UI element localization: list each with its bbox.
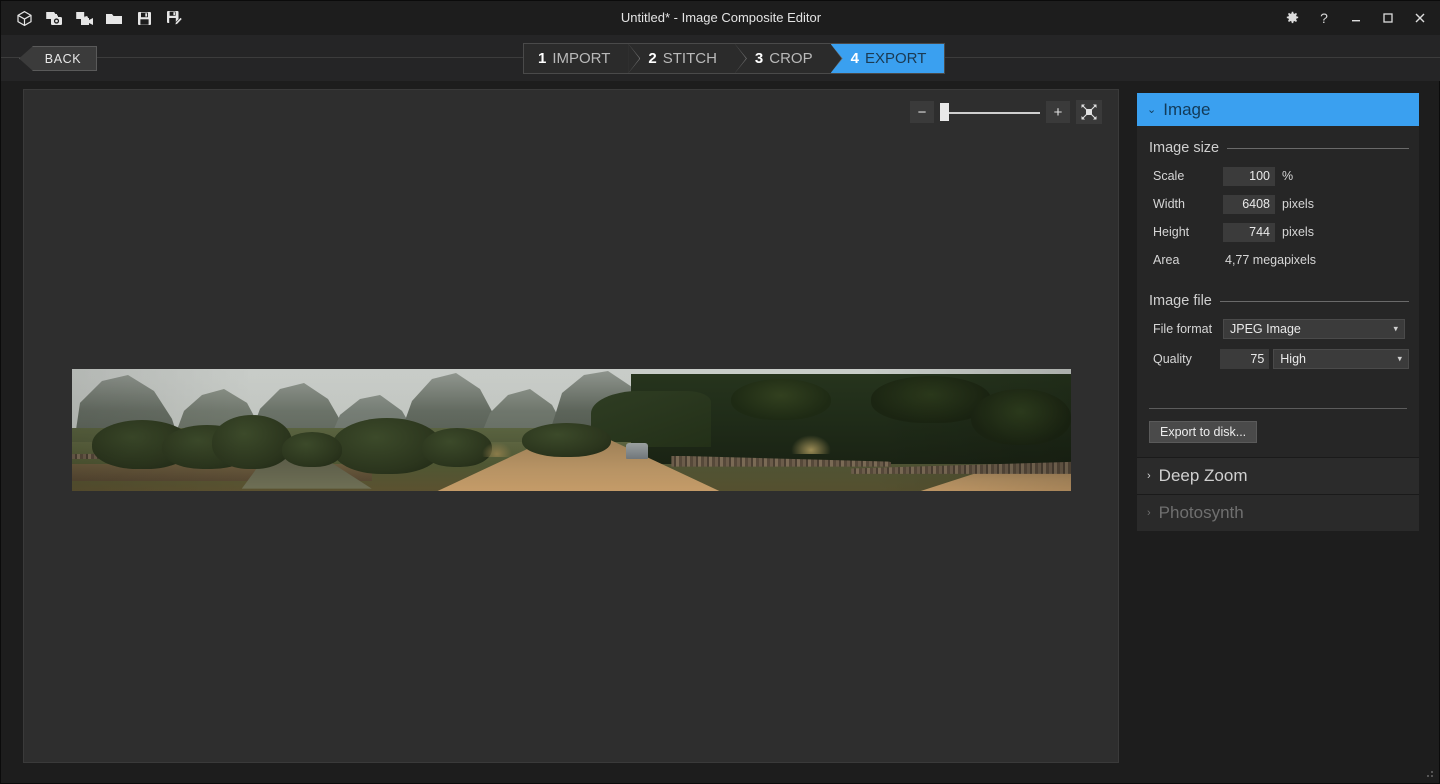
step-import[interactable]: 1 IMPORT — [524, 44, 629, 73]
maximize-button[interactable] — [1373, 5, 1403, 31]
zoom-out-button[interactable]: − — [910, 101, 934, 123]
image-section-title: Image — [1163, 99, 1211, 119]
width-unit: pixels — [1282, 197, 1314, 211]
quality-preset-value: High — [1280, 352, 1306, 366]
quality-preset-select[interactable]: High ▾ — [1273, 349, 1410, 369]
height-label: Height — [1153, 225, 1190, 239]
quality-input[interactable]: 75 — [1219, 349, 1270, 369]
group-rule — [1219, 300, 1409, 302]
quality-label: Quality — [1153, 352, 1192, 366]
height-unit: pixels — [1282, 225, 1314, 239]
scale-unit: % — [1282, 169, 1294, 183]
scale-label: Scale — [1153, 169, 1185, 183]
image-size-label: Image size — [1149, 140, 1220, 156]
resize-grip[interactable] — [1421, 765, 1433, 777]
save-as-icon[interactable] — [161, 5, 187, 31]
minimize-button[interactable] — [1341, 5, 1371, 31]
properties-panel: ⌄ Image Image size Scale 100 % Width 640… — [1137, 93, 1419, 753]
step-import-label: IMPORT — [552, 50, 611, 67]
photosynth-section: › Photosynth — [1137, 494, 1419, 531]
zoom-slider-track — [948, 112, 1040, 114]
file-format-select[interactable]: JPEG Image ▾ — [1223, 319, 1405, 339]
step-stitch[interactable]: 2 STITCH — [628, 44, 735, 73]
help-icon[interactable]: ? — [1309, 5, 1339, 31]
area-value: 4,77 megapixels — [1225, 253, 1317, 267]
new-panorama-icon[interactable] — [11, 5, 37, 31]
height-row: Height 744 pixels — [1147, 221, 1409, 243]
window-title: Untitled* - Image Composite Editor — [620, 10, 822, 25]
zoom-controls: − + — [910, 100, 1102, 124]
scale-input[interactable]: 100 — [1223, 166, 1275, 186]
image-section-header[interactable]: ⌄ Image — [1137, 93, 1419, 126]
image-section-body: Image size Scale 100 % Width 6408 pixels… — [1137, 126, 1419, 457]
add-images-icon[interactable] — [41, 5, 67, 31]
height-input[interactable]: 744 — [1223, 222, 1275, 242]
zoom-slider[interactable] — [940, 101, 1040, 123]
chevron-right-icon: › — [1147, 470, 1151, 482]
step-crop-number: 3 — [754, 50, 764, 67]
add-video-icon[interactable] — [71, 5, 97, 31]
area-row: Area 4,77 megapixels — [1147, 249, 1409, 271]
step-import-number: 1 — [538, 50, 547, 67]
step-stitch-label: STITCH — [662, 50, 717, 67]
save-icon[interactable] — [131, 5, 157, 31]
step-stitch-number: 2 — [648, 50, 657, 67]
chevron-down-icon: ▾ — [1397, 353, 1403, 364]
toolbar — [1, 5, 187, 31]
panorama-content — [72, 369, 1071, 491]
image-file-label: Image file — [1149, 293, 1212, 309]
step-export[interactable]: 4 EXPORT — [830, 44, 945, 73]
title-bar: Untitled* - Image Composite Editor ? — [1, 1, 1440, 35]
preview-canvas[interactable]: − + — [23, 89, 1119, 763]
zoom-in-button[interactable]: + — [1046, 101, 1070, 123]
width-row: Width 6408 pixels — [1147, 193, 1409, 215]
image-size-group-title: Image size — [1147, 140, 1409, 156]
close-button[interactable] — [1405, 5, 1435, 31]
zoom-slider-thumb[interactable] — [940, 103, 949, 121]
chevron-down-icon: ▾ — [1393, 323, 1398, 334]
window-controls: ? — [1277, 1, 1435, 35]
area-label: Area — [1153, 253, 1180, 267]
vignette — [72, 369, 1071, 491]
file-format-value: JPEG Image — [1230, 322, 1301, 336]
panel-divider — [1149, 408, 1407, 409]
quality-row: Quality 75 High ▾ — [1147, 348, 1410, 370]
application-window: Untitled* - Image Composite Editor ? BAC… — [0, 0, 1440, 784]
width-label: Width — [1153, 197, 1185, 211]
scale-row: Scale 100 % — [1147, 165, 1409, 187]
chevron-right-icon: › — [1147, 507, 1151, 519]
photosynth-label: Photosynth — [1158, 503, 1244, 522]
open-icon[interactable] — [101, 5, 127, 31]
fit-to-window-icon[interactable] — [1076, 100, 1102, 124]
chevron-down-icon: ⌄ — [1147, 104, 1157, 116]
file-format-row: File format JPEG Image ▾ — [1147, 318, 1409, 340]
deep-zoom-label: Deep Zoom — [1158, 466, 1248, 485]
width-input[interactable]: 6408 — [1223, 194, 1275, 214]
file-format-label: File format — [1153, 322, 1213, 336]
deep-zoom-section[interactable]: › Deep Zoom — [1137, 457, 1419, 494]
export-to-disk-button[interactable]: Export to disk... — [1149, 421, 1258, 443]
step-crop[interactable]: 3 CROP — [734, 44, 831, 73]
back-button[interactable]: BACK — [19, 46, 97, 71]
group-rule — [1227, 147, 1409, 149]
step-crop-label: CROP — [769, 50, 813, 67]
wizard-steps: 1 IMPORT 2 STITCH 3 CROP 4 EXPORT — [523, 43, 946, 74]
settings-gear-icon[interactable] — [1277, 5, 1307, 31]
image-file-group-title: Image file — [1147, 293, 1409, 309]
step-export-number: 4 — [850, 50, 859, 67]
step-export-label: EXPORT — [864, 50, 927, 67]
panorama-preview[interactable] — [72, 369, 1071, 491]
